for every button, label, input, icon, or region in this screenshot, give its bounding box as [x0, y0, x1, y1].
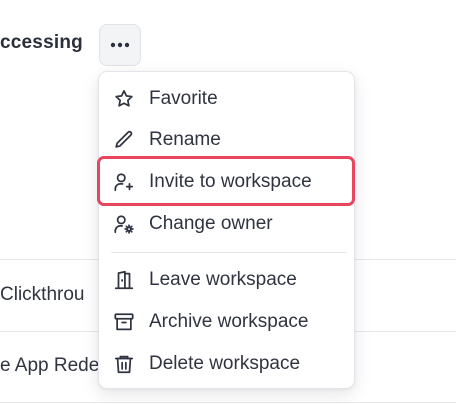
menu-item-label: Change owner — [149, 213, 273, 234]
door-exit-icon — [113, 269, 135, 291]
workspace-page: ccessing Clickthrou e App Rede Favorite — [0, 0, 456, 404]
row-divider — [0, 402, 456, 403]
more-options-button[interactable] — [99, 24, 141, 66]
user-cog-icon — [113, 213, 135, 235]
more-horizontal-icon — [110, 42, 130, 48]
user-plus-icon — [113, 171, 135, 193]
menu-item-change-owner[interactable]: Change owner — [99, 205, 354, 243]
menu-item-label: Leave workspace — [149, 269, 297, 290]
menu-item-rename[interactable]: Rename — [99, 121, 354, 159]
list-item[interactable]: e App Rede — [0, 355, 99, 377]
pencil-icon — [113, 129, 135, 151]
star-icon — [113, 88, 135, 110]
menu-item-archive-workspace[interactable]: Archive workspace — [99, 303, 354, 341]
workspace-title: ccessing — [0, 32, 83, 53]
menu-item-label: Archive workspace — [149, 311, 309, 332]
workspace-actions-menu: Favorite Rename Invite to workspace Chan… — [98, 71, 355, 389]
menu-item-label: Favorite — [149, 88, 218, 109]
menu-item-leave-workspace[interactable]: Leave workspace — [99, 261, 354, 299]
trash-icon — [113, 353, 135, 375]
menu-item-label: Delete workspace — [149, 353, 301, 374]
menu-item-label: Rename — [149, 129, 221, 150]
archive-icon — [113, 311, 135, 333]
menu-item-invite-to-workspace[interactable]: Invite to workspace — [99, 163, 354, 201]
menu-item-label: Invite to workspace — [149, 171, 312, 192]
list-item[interactable]: Clickthrou — [0, 284, 84, 306]
menu-item-delete-workspace[interactable]: Delete workspace — [99, 345, 354, 383]
menu-divider — [111, 252, 346, 253]
menu-item-favorite[interactable]: Favorite — [99, 80, 354, 118]
